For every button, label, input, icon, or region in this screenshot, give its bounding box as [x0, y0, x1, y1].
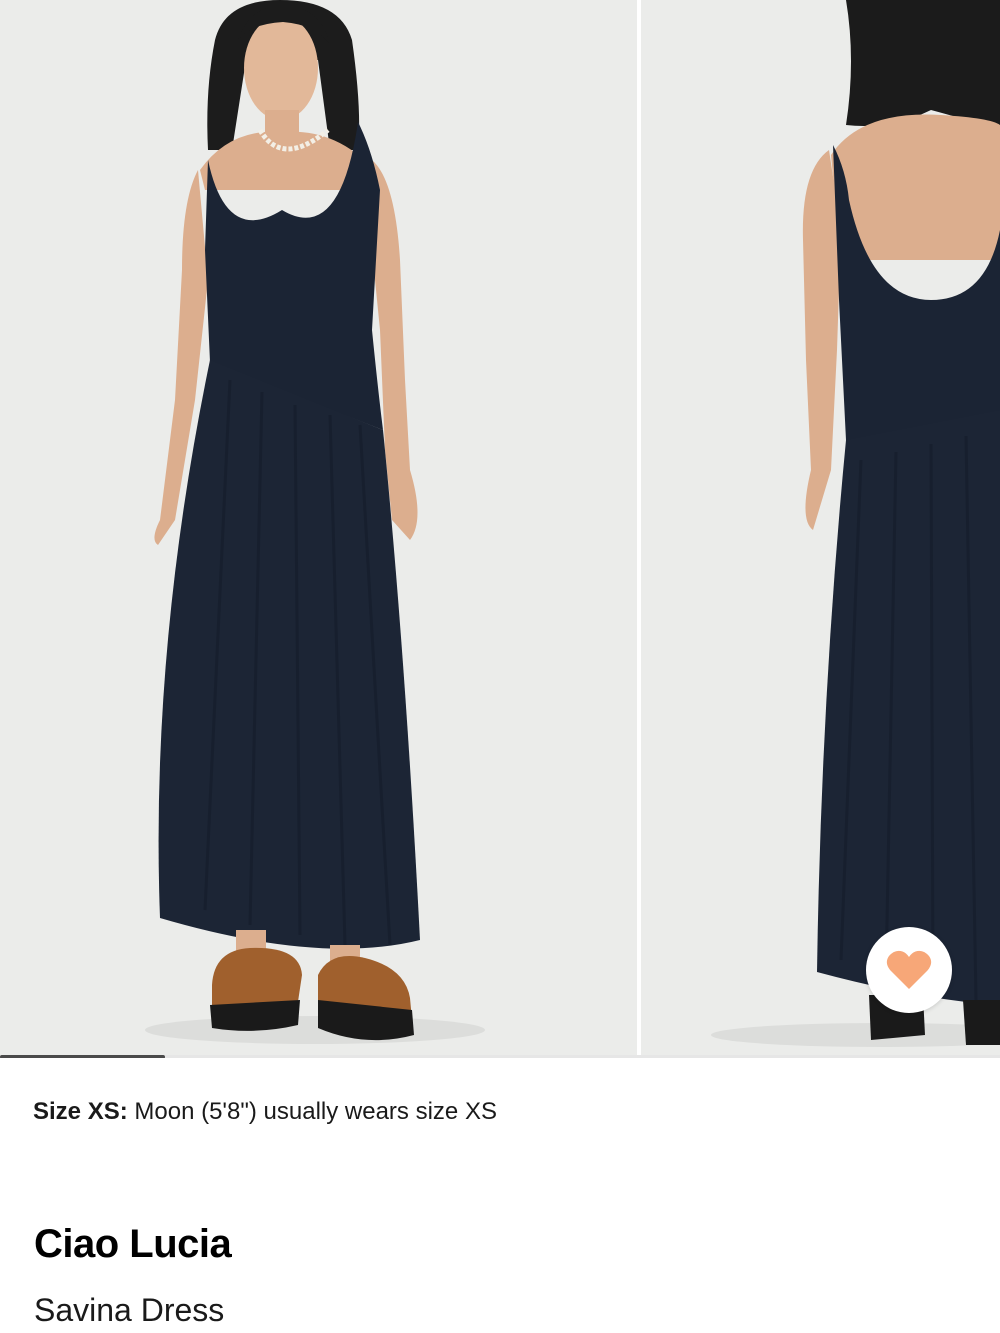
product-image-back[interactable]: [641, 0, 1000, 1058]
front-view-photo: [0, 0, 637, 1058]
product-name: Savina Dress: [34, 1292, 225, 1328]
product-image-front[interactable]: [0, 0, 637, 1058]
wishlist-button[interactable]: [866, 927, 952, 1013]
size-fit-text: Moon (5'8") usually wears size XS: [134, 1098, 497, 1125]
back-view-photo: [641, 0, 1000, 1058]
size-fit-note: Size XS: Moon (5'8") usually wears size …: [33, 1097, 497, 1127]
heart-icon: [886, 950, 932, 989]
brand-name[interactable]: Ciao Lucia: [34, 1220, 232, 1268]
product-page: Size XS: Moon (5'8") usually wears size …: [0, 0, 1000, 1333]
carousel-progress-fill: [0, 1055, 165, 1058]
size-fit-label: Size XS:: [33, 1098, 128, 1125]
carousel-progress-track: [0, 1055, 1000, 1058]
image-carousel[interactable]: [0, 0, 1000, 1058]
